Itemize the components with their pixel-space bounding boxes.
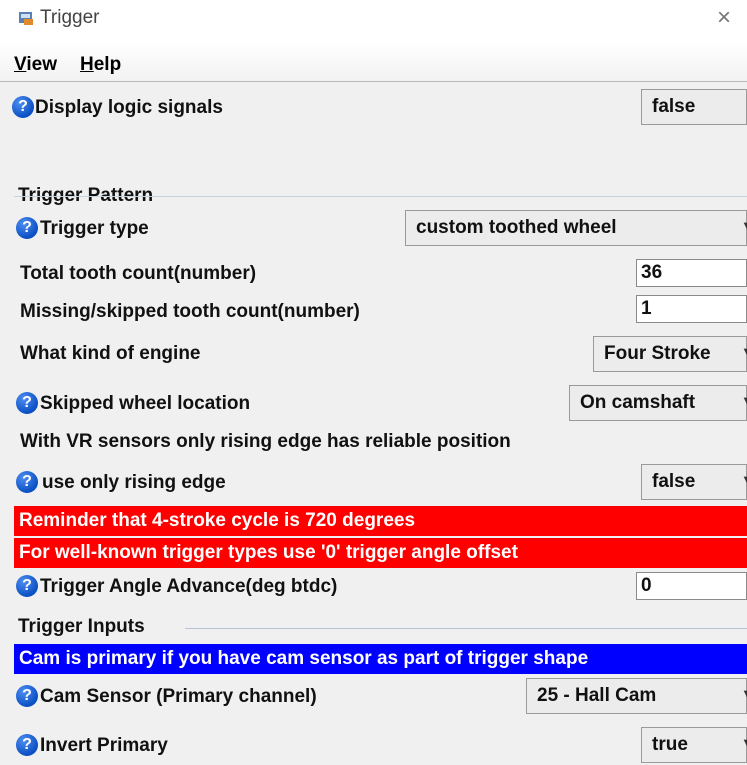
missing-tooth-input[interactable]: 1 [636, 295, 747, 323]
total-tooth-value: 36 [641, 262, 663, 283]
section-trigger-inputs-divider [185, 628, 747, 629]
invert-primary-label: Invert Primary [40, 735, 168, 756]
reminder-banner: Reminder that 4-stroke cycle is 720 degr… [14, 506, 747, 536]
total-tooth-input[interactable]: 36 [636, 259, 747, 287]
help-question-icon[interactable]: ? [16, 217, 38, 239]
menu-view-mnemonic: V [14, 54, 27, 75]
rising-edge-select[interactable]: false ▾ [641, 464, 747, 500]
engine-kind-select[interactable]: Four Stroke ▾ [593, 336, 747, 372]
engine-kind-row: What kind of engine Four Stroke ▾ [0, 336, 747, 372]
cam-sensor-select[interactable]: 25 - Hall Cam ▾ [526, 678, 747, 714]
help-question-icon[interactable]: ? [16, 734, 38, 756]
cam-sensor-value: 25 - Hall Cam [537, 685, 657, 706]
rising-edge-label: use only rising edge [42, 472, 226, 493]
menu-view[interactable]: View [14, 54, 57, 76]
total-tooth-label: Total tooth count(number) [20, 263, 257, 284]
menu-view-label: iew [26, 54, 57, 75]
display-logic-label: Display logic signals [35, 97, 223, 118]
missing-tooth-label: Missing/skipped tooth count(number) [20, 301, 360, 322]
menu-help[interactable]: Help [80, 54, 121, 76]
rising-edge-row: ? use only rising edge false ▾ [0, 464, 747, 500]
menu-bar: View Help [0, 40, 747, 82]
trigger-type-label: Trigger type [40, 218, 149, 239]
help-question-icon[interactable]: ? [16, 575, 38, 597]
rising-edge-value: false [652, 471, 696, 492]
total-tooth-row: Total tooth count(number) 36 [0, 259, 747, 287]
trigger-type-select[interactable]: custom toothed wheel ▾ [405, 210, 747, 246]
reminder-text: Reminder that 4-stroke cycle is 720 degr… [19, 510, 416, 531]
close-icon[interactable]: × [717, 4, 731, 32]
window-title: Trigger [40, 7, 100, 28]
missing-tooth-value: 1 [641, 298, 652, 319]
cam-primary-text: Cam is primary if you have cam sensor as… [19, 648, 589, 669]
angle-advance-value: 0 [641, 575, 652, 596]
title-bar: Trigger × [0, 0, 747, 40]
invert-primary-row: ? Invert Primary true ▾ [0, 727, 747, 763]
section-trigger-inputs: Trigger Inputs [18, 616, 145, 637]
trigger-type-row: ? Trigger type custom toothed wheel ▾ [0, 210, 747, 246]
angle-advance-input[interactable]: 0 [636, 572, 747, 600]
display-logic-select[interactable]: false [641, 89, 747, 125]
skipped-location-value: On camshaft [580, 392, 696, 413]
well-known-banner: For well-known trigger types use '0' tri… [14, 538, 747, 568]
engine-kind-label: What kind of engine [20, 343, 201, 364]
skipped-location-label: Skipped wheel location [40, 393, 251, 414]
missing-tooth-row: Missing/skipped tooth count(number) 1 [0, 295, 747, 323]
engine-kind-value: Four Stroke [604, 343, 711, 364]
section-trigger-pattern-divider [14, 196, 747, 197]
cam-sensor-row: ? Cam Sensor (Primary channel) 25 - Hall… [0, 678, 747, 714]
well-known-text: For well-known trigger types use '0' tri… [19, 542, 518, 563]
menu-help-mnemonic: H [80, 54, 94, 75]
help-question-icon[interactable]: ? [16, 685, 38, 707]
app-window-icon [19, 12, 33, 25]
help-question-icon[interactable]: ? [16, 471, 38, 493]
invert-primary-select[interactable]: true ▾ [641, 727, 747, 763]
angle-advance-label: Trigger Angle Advance(deg btdc) [40, 576, 338, 597]
angle-advance-row: ? Trigger Angle Advance(deg btdc) 0 [0, 572, 747, 600]
skipped-location-select[interactable]: On camshaft ▾ [569, 385, 747, 421]
skipped-location-row: ? Skipped wheel location On camshaft ▾ [0, 385, 747, 421]
invert-primary-value: true [652, 734, 688, 755]
dialog-content: ? Display logic signals false Trigger Pa… [0, 82, 747, 765]
help-question-icon[interactable]: ? [12, 96, 34, 118]
cam-primary-banner: Cam is primary if you have cam sensor as… [14, 644, 747, 674]
help-question-icon[interactable]: ? [16, 392, 38, 414]
trigger-type-value: custom toothed wheel [416, 217, 617, 238]
cam-sensor-label: Cam Sensor (Primary channel) [40, 686, 317, 707]
menu-help-label: elp [93, 54, 122, 75]
display-logic-row: ? Display logic signals false [0, 89, 747, 127]
display-logic-value: false [652, 96, 696, 117]
vr-sensor-note: With VR sensors only rising edge has rel… [20, 431, 511, 452]
